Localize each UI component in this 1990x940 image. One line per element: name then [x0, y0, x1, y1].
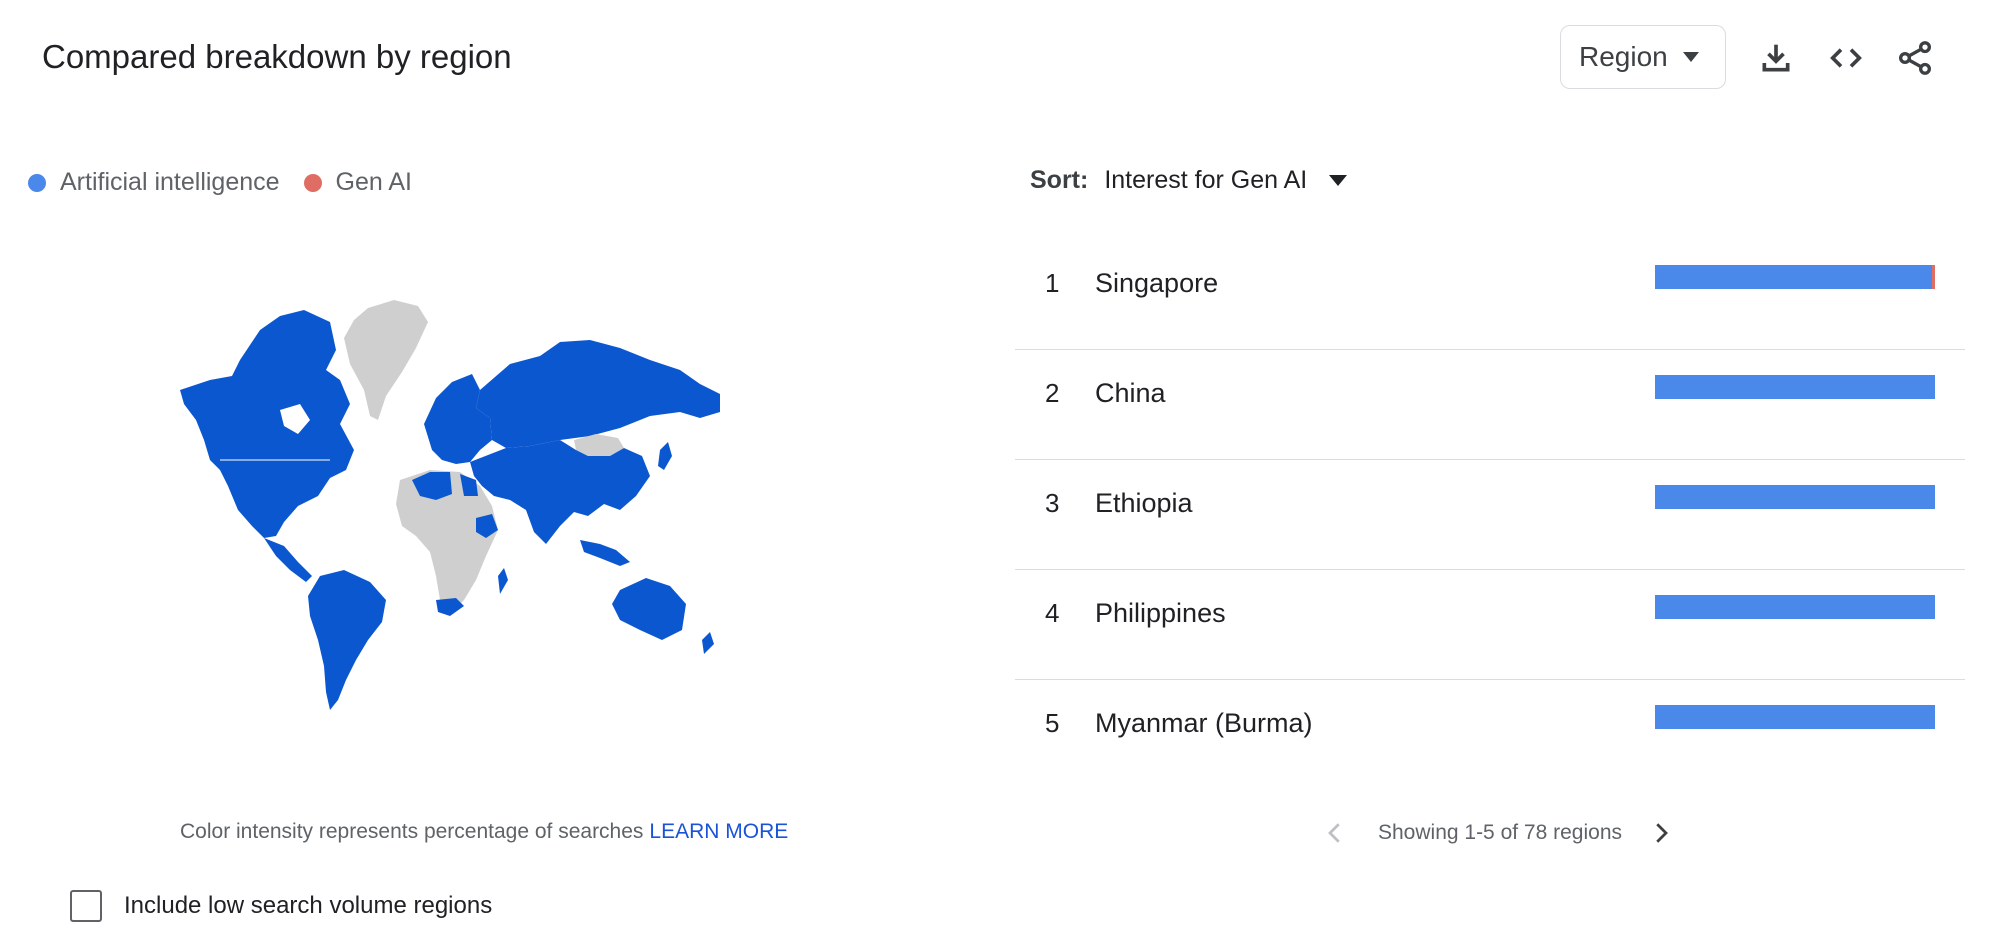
embed-code-icon[interactable] [1826, 38, 1866, 78]
sort-value[interactable]: Interest for Gen AI [1104, 166, 1307, 195]
map-region-australia[interactable] [612, 578, 686, 640]
map-region-russia[interactable] [476, 340, 720, 448]
region-rank: 4 [1045, 598, 1060, 628]
map-region-north-america[interactable] [180, 310, 354, 538]
region-bar [1655, 595, 1935, 619]
low-volume-option[interactable]: Include low search volume regions [70, 890, 492, 922]
map-region-south-america[interactable] [308, 570, 386, 710]
region-row[interactable]: 2 China [1015, 350, 1965, 460]
region-row[interactable]: 5 Myanmar (Burma) [1015, 680, 1965, 790]
region-dropdown-label: Region [1579, 41, 1668, 72]
prev-page-icon[interactable] [1320, 818, 1350, 848]
region-bar [1655, 375, 1935, 399]
region-name[interactable]: Ethiopia [1095, 488, 1193, 519]
ai-bar [1655, 485, 1935, 509]
low-volume-label: Include low search volume regions [124, 892, 493, 919]
map-region-madagascar[interactable] [498, 568, 508, 594]
region-rank: 2 [1045, 378, 1060, 408]
legend-label-genai: Gen AI [335, 168, 412, 196]
legend-item-ai: Artificial intelligence [28, 168, 280, 197]
region-rank: 5 [1045, 708, 1060, 738]
ai-bar [1655, 705, 1935, 729]
world-map[interactable] [180, 300, 810, 710]
region-row[interactable]: 1 Singapore [1015, 240, 1965, 350]
region-rank: 3 [1045, 488, 1060, 518]
download-icon[interactable] [1756, 38, 1796, 78]
map-region-central-america[interactable] [264, 538, 312, 582]
ai-bar [1655, 265, 1932, 289]
map-note: Color intensity represents percentage of… [180, 820, 788, 844]
map-region-europe[interactable] [424, 374, 492, 464]
region-name[interactable]: Philippines [1095, 598, 1226, 629]
region-name[interactable]: China [1095, 378, 1166, 409]
legend-dot-ai-icon [28, 173, 46, 192]
low-volume-checkbox[interactable] [70, 890, 102, 922]
legend-label-ai: Artificial intelligence [60, 168, 280, 196]
dropdown-caret-icon [1683, 52, 1699, 62]
page-title: Compared breakdown by region [42, 38, 512, 75]
map-region-japan[interactable] [658, 442, 672, 470]
region-dropdown[interactable]: Region [1560, 25, 1726, 89]
region-row[interactable]: 4 Philippines [1015, 570, 1965, 680]
genai-bar [1932, 265, 1935, 289]
region-name[interactable]: Singapore [1095, 268, 1218, 299]
share-icon[interactable] [1895, 38, 1935, 78]
sort-control[interactable]: Sort: Interest for Gen AI [1030, 166, 1348, 195]
sort-caret-icon[interactable] [1329, 175, 1348, 186]
ai-bar [1655, 595, 1935, 619]
region-bar [1655, 485, 1935, 509]
map-region-new-zealand[interactable] [702, 632, 714, 654]
region-bar [1655, 265, 1935, 289]
map-region-greenland[interactable] [344, 300, 428, 420]
legend-dot-genai-icon [303, 173, 322, 192]
pagination-text: Showing 1-5 of 78 regions [1378, 821, 1622, 844]
region-name[interactable]: Myanmar (Burma) [1095, 708, 1313, 739]
region-list: 1 Singapore 2 China 3 Ethiopia 4 Philippines 5 My… [1015, 240, 1965, 790]
ai-bar [1655, 375, 1935, 399]
legend-item-genai: Gen AI [303, 168, 412, 197]
sort-label: Sort: [1030, 166, 1089, 194]
map-note-text: Color intensity represents percentage of… [180, 820, 644, 843]
map-region-southeast-asia[interactable] [580, 540, 630, 566]
region-row[interactable]: 3 Ethiopia [1015, 460, 1965, 570]
pagination: Showing 1-5 of 78 regions [1320, 818, 1676, 848]
next-page-icon[interactable] [1646, 818, 1676, 848]
learn-more-link[interactable]: LEARN MORE [649, 820, 788, 843]
region-bar [1655, 705, 1935, 729]
region-rank: 1 [1045, 268, 1060, 298]
legend: Artificial intelligence Gen AI [28, 168, 436, 197]
